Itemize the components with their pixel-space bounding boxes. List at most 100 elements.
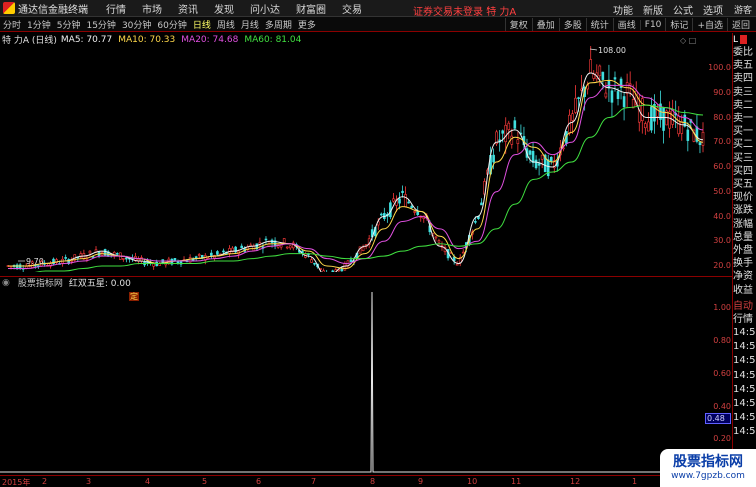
period-30min[interactable]: 30分钟 [119,18,154,31]
candle-body [598,65,602,77]
candle-body [592,73,596,79]
candle-body [125,257,128,260]
right-menu: 功能 新版 公式 选项 [608,2,728,17]
tick-time: 14:5 [733,327,756,339]
price-tick: 70.0 [713,137,731,147]
candle-body [504,124,508,143]
candle-body [240,245,243,249]
candle-body [671,109,674,125]
cursor-value-box: 0.48 [705,413,731,424]
candle-body [677,115,681,135]
tool-back[interactable]: 返回 [726,18,754,31]
candle-body [510,135,514,145]
menu-wealth[interactable]: 财富圈 [288,1,334,16]
period-5min[interactable]: 5分钟 [54,18,84,31]
quote-field-label: 换手 [733,258,753,270]
stock-label[interactable]: 特 力A (日线) [2,33,57,46]
menu-quotes[interactable]: 行情 [98,1,134,16]
candle-body [604,92,608,98]
menu-function[interactable]: 功能 [608,2,638,17]
watermark-logo: 股票指标网 www.7gpzb.com [660,449,756,487]
quotes-label[interactable]: 行情 [733,313,756,326]
time-tick: 9 [418,477,424,486]
quote-field-label: 买一 [733,126,753,138]
menu-news[interactable]: 资讯 [170,1,206,16]
tick-time: 14:5 [733,355,756,367]
candle-body [188,257,192,263]
quote-field-label: 买三 [733,152,753,164]
candle-body [282,238,286,244]
app-logo-icon [3,2,15,14]
period-15min[interactable]: 15分钟 [83,18,118,31]
candle-body [686,129,690,141]
candle-body [349,259,353,262]
tool-restore-rights[interactable]: 复权 [504,18,532,31]
app-title: 通达信金融终端 [18,4,88,16]
candle-body [310,259,313,263]
period-60min[interactable]: 60分钟 [154,18,189,31]
ma10-value: MA10: 70.33 [118,34,176,45]
time-tick: 8 [370,477,376,486]
period-multi[interactable]: 多周期 [262,18,295,31]
indicator-chart[interactable] [0,288,705,474]
time-tick: 10 [467,477,478,486]
candle-body [492,154,495,163]
candle-body [662,107,665,131]
period-1min[interactable]: 1分钟 [24,18,54,31]
candle-body [407,201,410,204]
time-tick: 6 [256,477,262,486]
login-notice[interactable]: 证券交易未登录 特 力A [413,3,516,18]
candle-body [122,258,125,260]
tick-time: 14:5 [733,383,756,395]
period-weekly[interactable]: 周线 [214,18,238,31]
quote-field-label: 买四 [733,165,753,177]
period-toolbar: 分时 1分钟 5分钟 15分钟 30分钟 60分钟 日线 周线 月线 多周期 更… [0,17,756,32]
ma60-value: MA60: 81.04 [244,34,302,45]
time-tick: 12 [570,477,581,486]
guest-label[interactable]: 游客 [734,3,752,16]
period-monthly[interactable]: 月线 [238,18,262,31]
tool-statistics[interactable]: 统计 [585,18,613,31]
tool-overlay[interactable]: 叠加 [531,18,559,31]
menu-formula[interactable]: 公式 [668,2,698,17]
candle-body [513,120,517,129]
chart-window-icons[interactable]: ◇ □ [680,36,696,45]
menu-new[interactable]: 新版 [638,2,668,17]
indicator-tick: 1.00 [713,303,731,313]
tool-add-watchlist[interactable]: +自选 [692,18,727,31]
candle-body [222,250,225,253]
candle-body [434,236,438,239]
tool-draw-line[interactable]: 画线 [612,18,640,31]
price-tick: 20.0 [713,261,731,270]
auto-label[interactable]: 自动 [733,300,756,313]
menu-ask[interactable]: 问小达 [242,1,288,16]
quote-field-label: 卖二 [733,99,753,111]
tool-f10[interactable]: F10 [639,19,666,30]
candle-body [501,130,504,134]
period-more[interactable]: 更多 [295,18,319,31]
indicator-tick: 0.80 [713,336,731,346]
time-tick: 2015年 [2,478,31,487]
period-timeshare[interactable]: 分时 [0,18,24,31]
indicator-toggle-icon[interactable]: ◉ [2,278,10,288]
candle-body [601,71,605,80]
candle-body [88,250,92,254]
menu-trade[interactable]: 交易 [334,1,370,16]
candle-body [480,202,483,206]
period-daily[interactable]: 日线 [190,18,214,31]
low-price-label: 9.70 [26,257,44,266]
menu-options[interactable]: 选项 [698,2,728,17]
tool-mark[interactable]: 标记 [665,18,692,31]
menu-discover[interactable]: 发现 [206,1,242,16]
tool-multi-stock[interactable]: 多股 [558,18,586,31]
candlestick-chart[interactable]: 108.00 9.70 [0,46,705,272]
ma-line-ma5 [8,72,704,272]
candle-body [64,257,67,259]
candle-body [152,263,155,267]
menu-market[interactable]: 市场 [134,1,170,16]
candle-body [574,97,577,113]
candle-body [18,264,22,269]
candle-body [616,91,620,99]
candle-body [197,254,201,256]
candle-body [589,59,593,74]
